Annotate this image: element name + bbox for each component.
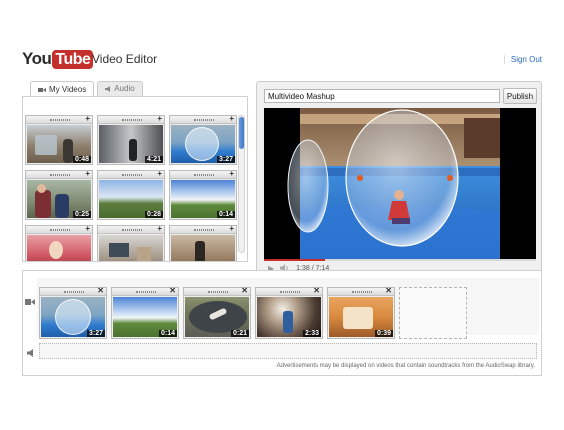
timeline-clip[interactable]: ✕ 2:33 bbox=[255, 286, 323, 339]
publish-button[interactable]: Publish bbox=[503, 88, 537, 104]
video-grid: + 0:48 + 4:21 + 3:27 + 0:25 + 0:28 + 0:1… bbox=[25, 114, 237, 261]
add-icon[interactable]: + bbox=[157, 169, 162, 178]
library-tabs: My Videos Audio bbox=[30, 81, 143, 97]
close-icon[interactable]: ✕ bbox=[385, 286, 392, 295]
thumb-handle[interactable]: + bbox=[170, 114, 236, 124]
thumb-handle[interactable]: + bbox=[26, 114, 92, 124]
clip-handle[interactable]: ✕ bbox=[40, 286, 106, 296]
add-icon[interactable]: + bbox=[229, 114, 234, 123]
logo-you-text: You bbox=[22, 49, 52, 68]
tab-audio[interactable]: Audio bbox=[97, 81, 143, 96]
youtube-logo[interactable]: You Tube bbox=[22, 49, 94, 69]
audio-track[interactable] bbox=[39, 343, 537, 359]
add-icon[interactable]: + bbox=[229, 169, 234, 178]
clip-handle[interactable]: ✕ bbox=[184, 286, 250, 296]
library-scrollbar-thumb[interactable] bbox=[239, 117, 244, 149]
clip-duration: 0:21 bbox=[230, 330, 249, 337]
clip-duration: 0:39 bbox=[374, 330, 393, 337]
close-icon[interactable]: ✕ bbox=[169, 286, 176, 295]
thumb-handle[interactable]: + bbox=[98, 169, 164, 179]
library-video-thumb[interactable]: + 0:28 bbox=[97, 169, 165, 220]
add-icon[interactable]: + bbox=[157, 224, 162, 233]
tab-my-videos-label: My Videos bbox=[49, 84, 87, 94]
page-title: Video Editor bbox=[92, 52, 158, 66]
add-icon[interactable]: + bbox=[85, 169, 90, 178]
library-video-thumb[interactable]: + 0:25 bbox=[25, 169, 93, 220]
video-duration: 0:14 bbox=[216, 211, 235, 218]
clip-duration: 3:27 bbox=[86, 330, 105, 337]
video-duration: 3:27 bbox=[216, 156, 235, 163]
clip-handle[interactable]: ✕ bbox=[328, 286, 394, 296]
audioswap-notice: Advertisements may be displayed on video… bbox=[276, 363, 535, 369]
thumb-handle[interactable]: + bbox=[170, 169, 236, 179]
library-video-thumb[interactable]: + bbox=[169, 224, 237, 261]
clip-duration: 0:14 bbox=[158, 330, 177, 337]
clip-handle[interactable]: ✕ bbox=[112, 286, 178, 296]
video-camera-icon bbox=[25, 299, 35, 305]
library-scrollbar[interactable] bbox=[238, 115, 245, 253]
thumb-handle[interactable]: + bbox=[26, 224, 92, 234]
add-icon[interactable]: + bbox=[85, 114, 90, 123]
library-video-thumb[interactable]: + 3:27 bbox=[169, 114, 237, 165]
tab-my-videos[interactable]: My Videos bbox=[30, 81, 95, 97]
sign-out-link[interactable]: Sign Out bbox=[503, 55, 542, 64]
add-icon[interactable]: + bbox=[157, 114, 162, 123]
add-icon[interactable]: + bbox=[85, 224, 90, 233]
video-camera-icon bbox=[38, 87, 46, 92]
preview-player-panel: Publish bbox=[256, 81, 542, 277]
video-preview[interactable] bbox=[264, 108, 536, 259]
thumb-handle[interactable]: + bbox=[98, 224, 164, 234]
library-video-thumb[interactable]: + bbox=[25, 224, 93, 261]
video-duration: 0:48 bbox=[72, 156, 91, 163]
video-track[interactable]: ✕ 3:27 ✕ 0:14 ✕ 0:21 ✕ 2:33 ✕ 0:39 bbox=[37, 278, 539, 339]
empty-clip-slot[interactable] bbox=[399, 287, 467, 339]
add-icon[interactable]: + bbox=[229, 224, 234, 233]
project-title-input[interactable] bbox=[264, 89, 500, 103]
timeline-clip[interactable]: ✕ 0:21 bbox=[183, 286, 251, 339]
library-video-thumb[interactable]: + bbox=[97, 224, 165, 261]
timeline-panel: ✕ 3:27 ✕ 0:14 ✕ 0:21 ✕ 2:33 ✕ 0:39 Adver… bbox=[22, 270, 542, 376]
video-duration: 0:25 bbox=[72, 211, 91, 218]
video-frame-image bbox=[264, 108, 536, 259]
close-icon[interactable]: ✕ bbox=[313, 286, 320, 295]
thumb-handle[interactable]: + bbox=[170, 224, 236, 234]
video-duration: 4:21 bbox=[144, 156, 163, 163]
speaker-icon bbox=[27, 349, 33, 357]
clip-handle[interactable]: ✕ bbox=[256, 286, 322, 296]
timeline-clip[interactable]: ✕ 0:39 bbox=[327, 286, 395, 339]
timeline-clip[interactable]: ✕ 0:14 bbox=[111, 286, 179, 339]
library-video-thumb[interactable]: + 0:14 bbox=[169, 169, 237, 220]
close-icon[interactable]: ✕ bbox=[241, 286, 248, 295]
library-video-thumb[interactable]: + 0:48 bbox=[25, 114, 93, 165]
thumb-handle[interactable]: + bbox=[26, 169, 92, 179]
close-icon[interactable]: ✕ bbox=[97, 286, 104, 295]
thumb-handle[interactable]: + bbox=[98, 114, 164, 124]
video-duration: 0:28 bbox=[144, 211, 163, 218]
speaker-icon bbox=[105, 86, 111, 92]
video-library: + 0:48 + 4:21 + 3:27 + 0:25 + 0:28 + 0:1… bbox=[22, 96, 248, 262]
library-video-thumb[interactable]: + 4:21 bbox=[97, 114, 165, 165]
tab-audio-label: Audio bbox=[114, 84, 135, 93]
clip-duration: 2:33 bbox=[302, 330, 321, 337]
logo-tube-text: Tube bbox=[52, 49, 94, 69]
timeline-clip[interactable]: ✕ 3:27 bbox=[39, 286, 107, 339]
